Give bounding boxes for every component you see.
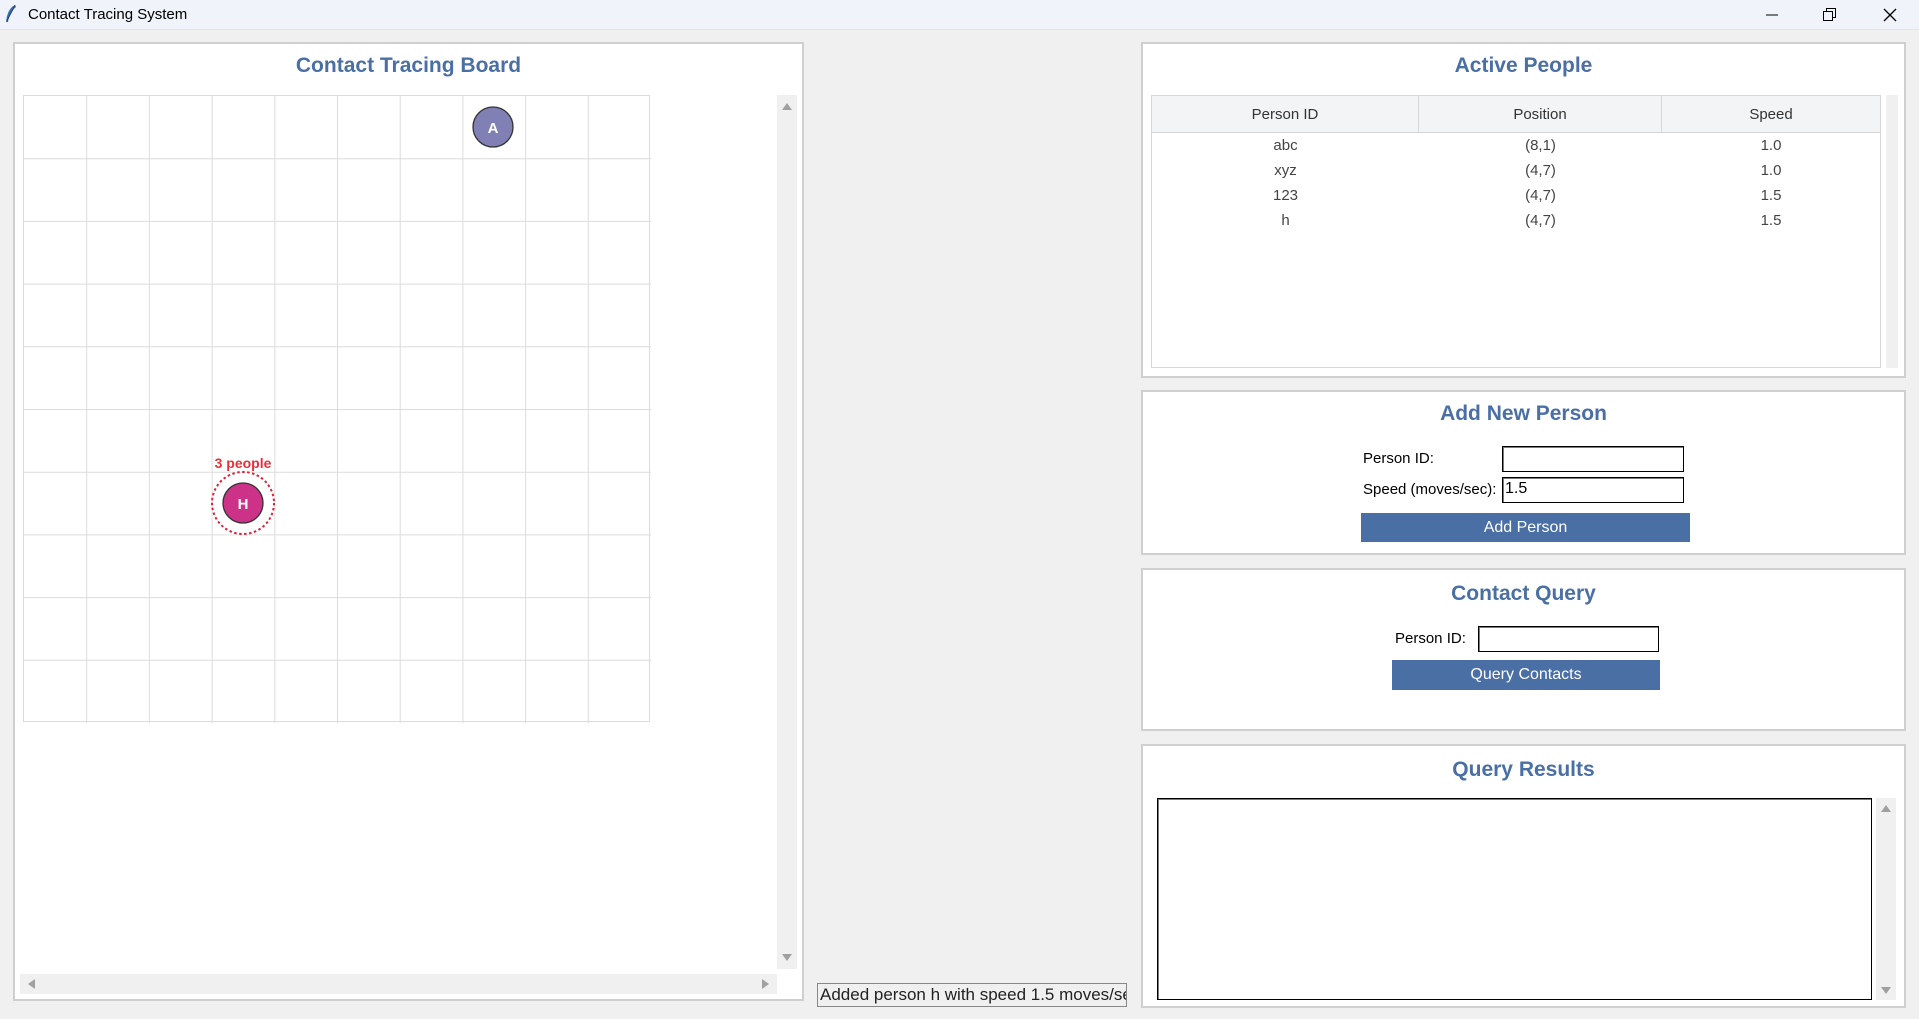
close-icon (1883, 8, 1897, 22)
cell-speed: 1.5 (1760, 187, 1782, 204)
contact-query-panel: Contact Query Person ID: Query Contacts (1141, 568, 1906, 731)
column-speed[interactable]: Speed (1662, 96, 1880, 133)
scroll-up-icon[interactable] (782, 103, 792, 110)
status-label: Added person h with speed 1.5 moves/sec (817, 983, 1127, 1007)
query-contacts-button[interactable]: Query Contacts (1392, 660, 1660, 690)
add-person-panel: Add New Person Person ID: Speed (moves/s… (1141, 390, 1906, 555)
table-header: Person ID Position Speed (1152, 96, 1880, 133)
scroll-down-icon[interactable] (782, 954, 792, 961)
query-results-textarea[interactable] (1157, 798, 1872, 1000)
table-row[interactable]: h (4,7) 1.5 (1152, 208, 1880, 233)
feather-icon (6, 4, 16, 22)
cluster-count-label: 3 people (215, 455, 272, 471)
contact-query-title: Contact Query (1451, 582, 1596, 605)
person-marker-a-label: A (488, 120, 499, 137)
query-person-id-label: Person ID: (1395, 630, 1466, 647)
query-results-title: Query Results (1452, 758, 1595, 781)
cell-speed: 1.0 (1760, 162, 1782, 179)
title-bar: Contact Tracing System (0, 0, 1919, 30)
column-position[interactable]: Position (1419, 96, 1662, 133)
add-person-button[interactable]: Add Person (1361, 513, 1690, 542)
query-results-panel: Query Results (1141, 744, 1906, 1008)
cell-position: (8,1) (1525, 137, 1556, 154)
table-vertical-scrollbar[interactable] (1886, 95, 1898, 368)
cell-person-id: h (1281, 212, 1290, 229)
scroll-right-icon[interactable] (762, 979, 769, 989)
results-vertical-scrollbar[interactable] (1876, 798, 1896, 1000)
board-vertical-scrollbar[interactable] (777, 95, 797, 969)
window-title: Contact Tracing System (28, 6, 188, 23)
cell-person-id: abc (1273, 137, 1298, 154)
person-marker-h[interactable]: H 3 people (211, 455, 275, 535)
cell-position: (4,7) (1525, 212, 1556, 229)
minimize-icon (1766, 14, 1778, 16)
active-people-panel: Active People Person ID Position Speed a… (1141, 42, 1906, 378)
add-person-title: Add New Person (1440, 402, 1607, 425)
query-person-id-input[interactable] (1478, 626, 1659, 652)
cell-position: (4,7) (1525, 162, 1556, 179)
scroll-down-icon[interactable] (1881, 987, 1891, 994)
minimize-button[interactable] (1743, 0, 1801, 30)
cell-person-id: 123 (1272, 187, 1299, 204)
person-marker-h-label: H (238, 496, 249, 513)
board-grid[interactable]: A H 3 people (23, 95, 651, 723)
active-people-title: Active People (1454, 54, 1593, 77)
cell-speed: 1.5 (1760, 212, 1782, 229)
close-button[interactable] (1861, 0, 1919, 30)
grid-lines: A H 3 people (24, 96, 651, 723)
speed-input[interactable]: 1.5 (1502, 477, 1684, 503)
column-person-id[interactable]: Person ID (1152, 96, 1419, 133)
cell-person-id: xyz (1274, 162, 1297, 179)
table-row[interactable]: abc (8,1) 1.0 (1152, 133, 1880, 158)
person-id-input[interactable] (1502, 446, 1684, 472)
board-title: Contact Tracing Board (295, 54, 522, 77)
cell-speed: 1.0 (1760, 137, 1782, 154)
cell-position: (4,7) (1525, 187, 1556, 204)
board-horizontal-scrollbar[interactable] (20, 974, 777, 994)
person-id-label: Person ID: (1363, 450, 1434, 467)
people-table[interactable]: Person ID Position Speed abc (8,1) 1.0 x… (1151, 95, 1881, 368)
table-row[interactable]: 123 (4,7) 1.5 (1152, 183, 1880, 208)
table-row[interactable]: xyz (4,7) 1.0 (1152, 158, 1880, 183)
person-marker-a[interactable]: A (472, 106, 514, 148)
scroll-left-icon[interactable] (28, 979, 35, 989)
scroll-up-icon[interactable] (1881, 805, 1891, 812)
speed-label: Speed (moves/sec): (1363, 481, 1497, 498)
restore-button[interactable] (1801, 0, 1859, 30)
restore-icon (1823, 8, 1836, 21)
board-panel: Contact Tracing Board A H 3 people (13, 42, 804, 1001)
